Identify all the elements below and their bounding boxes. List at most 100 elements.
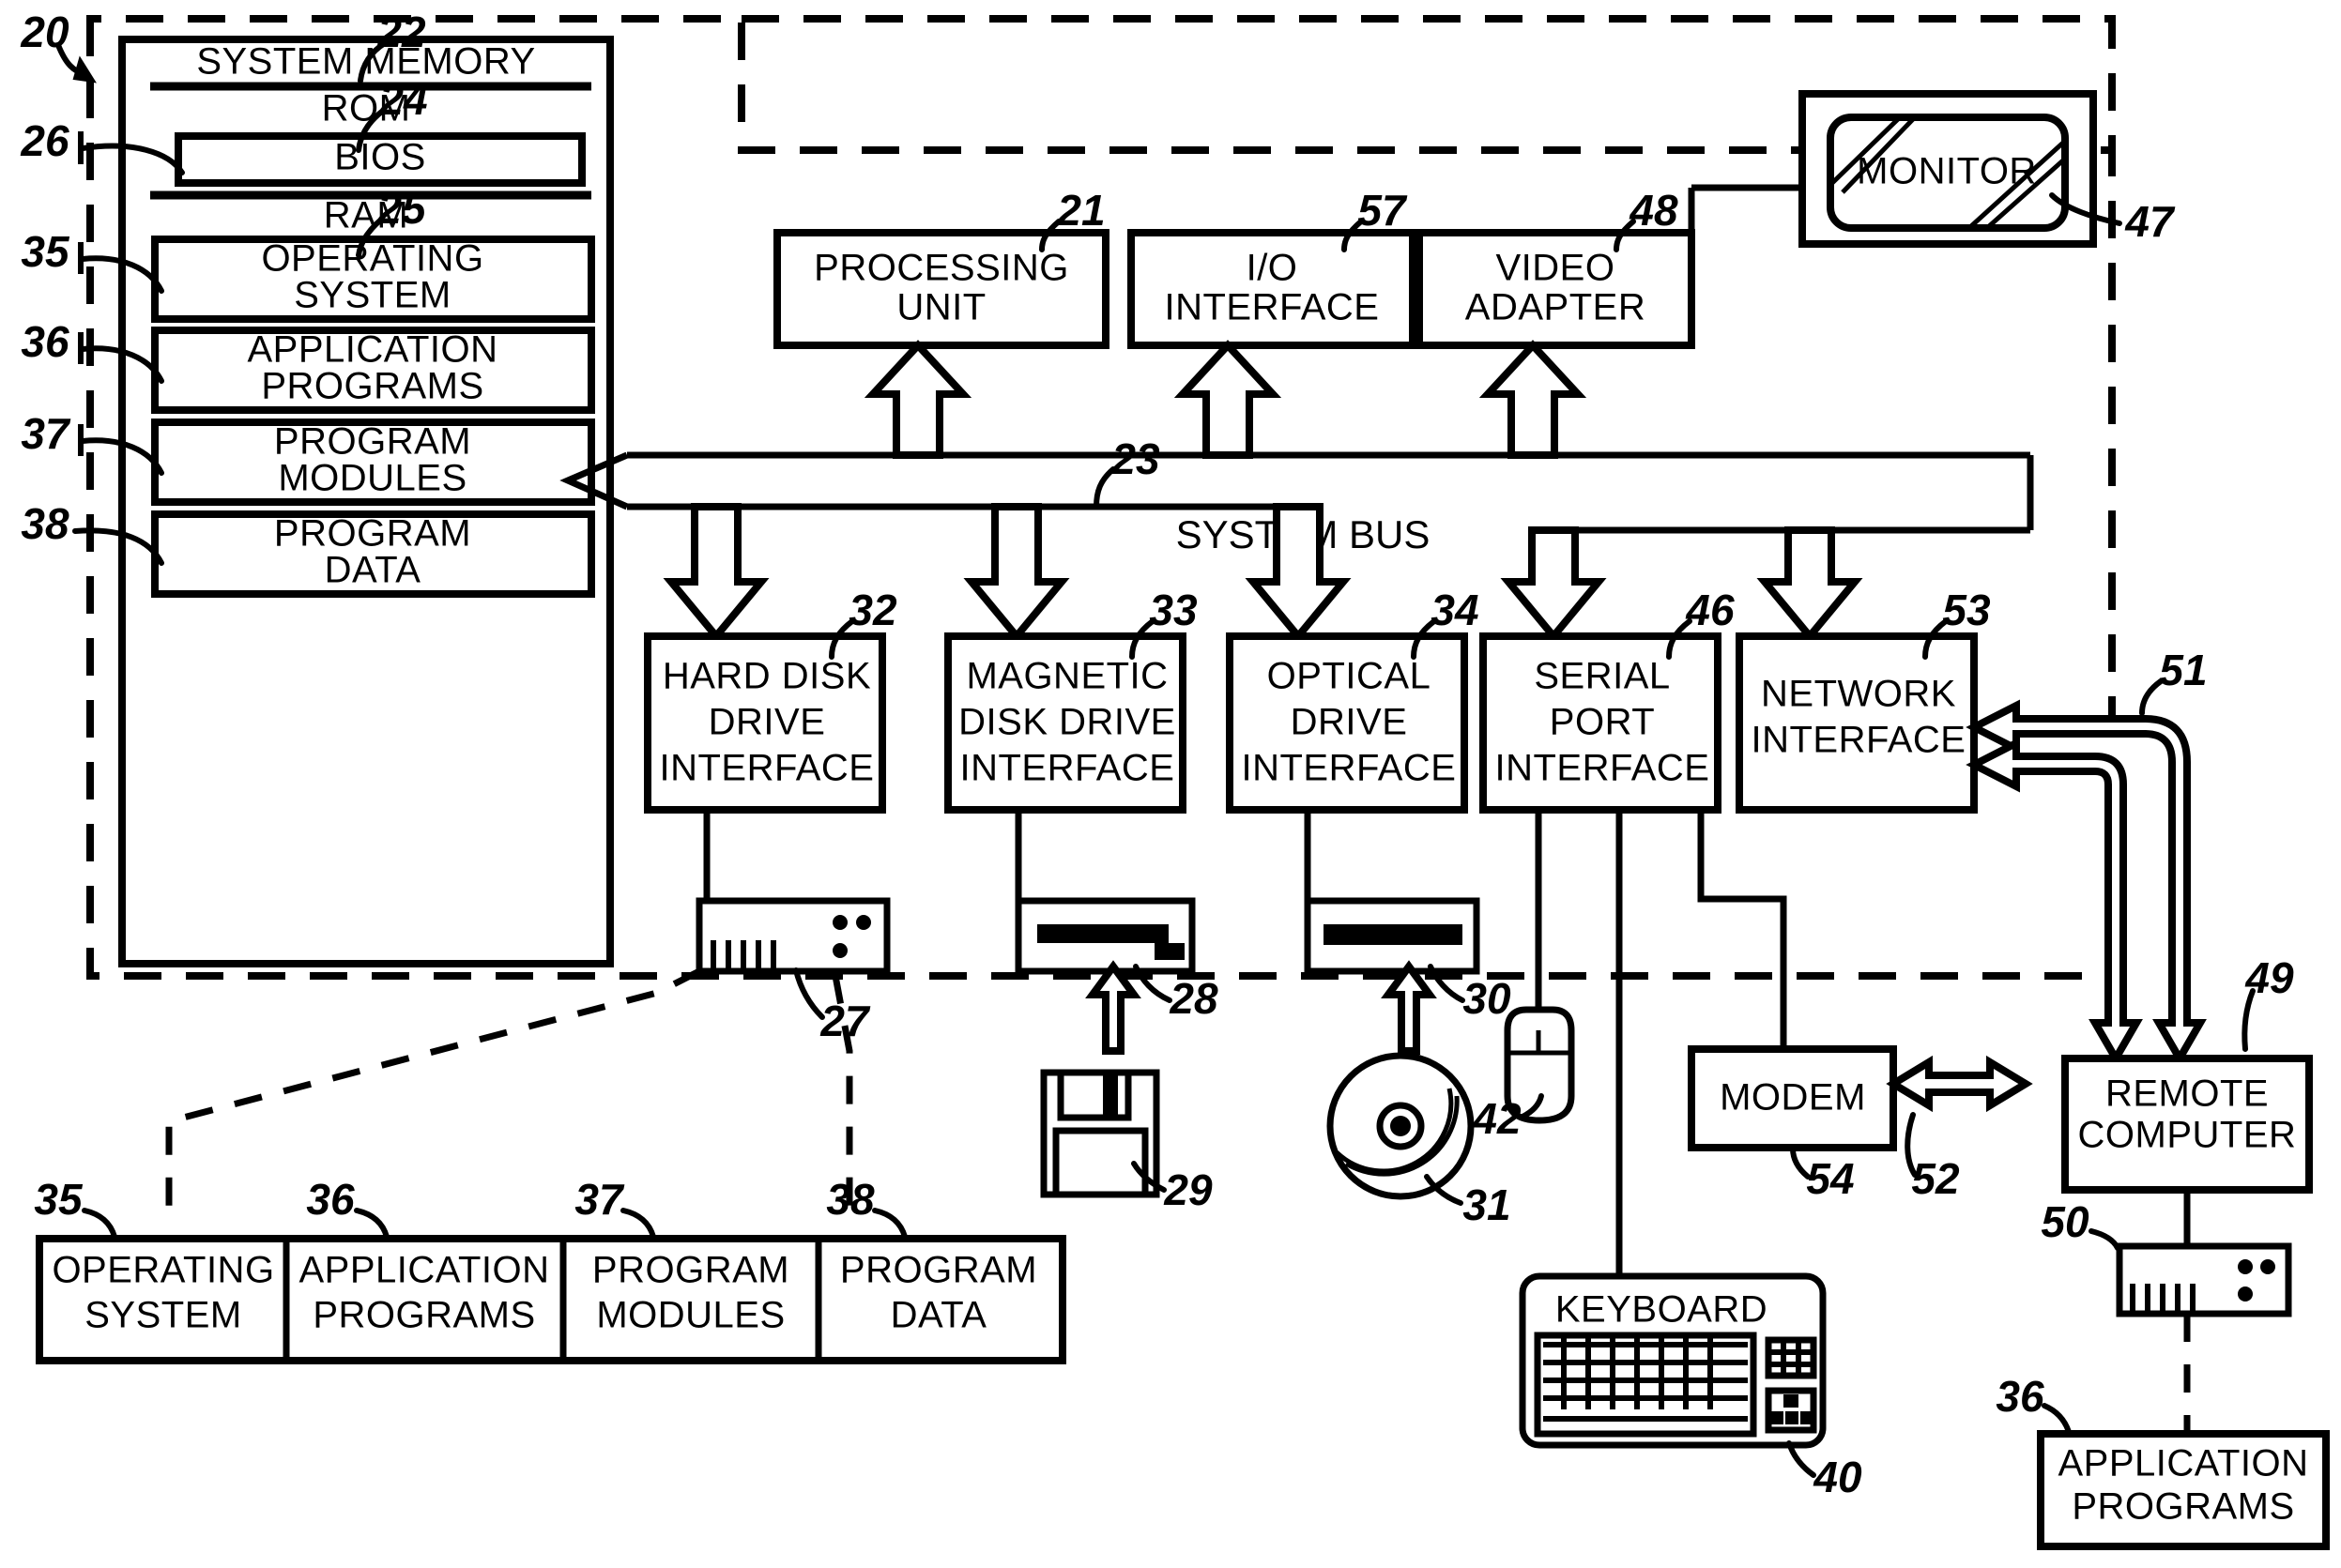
bus-arrow-to-network-interface (1756, 526, 1863, 643)
ram-item-program-data-line2: DATA (325, 550, 421, 591)
ref-leader-51 (2139, 678, 2164, 716)
bottom-application-programs-line1: APPLICATION (298, 1250, 549, 1291)
patent-figure-canvas: SYSTEM MEMORY ROM BIOS RAM OPERATING SYS… (0, 0, 2341, 1568)
modem-label: MODEM (1720, 1077, 1866, 1119)
ref-number-54: 54 (1806, 1154, 1854, 1203)
ref-leader-36-bottom (354, 1208, 390, 1240)
ref-leader-50 (2089, 1228, 2120, 1251)
ram-item-application-programs-line2: PROGRAMS (261, 366, 483, 407)
optical-disc-icon (1326, 1052, 1475, 1200)
ref-number-37-bottom: 37 (574, 1175, 625, 1224)
system-bus-upper-rail (627, 394, 900, 459)
video-adapter-line1: VIDEO (1496, 248, 1615, 289)
video-adapter-line2: ADAPTER (1465, 287, 1645, 328)
ref-number-53: 53 (1942, 586, 1991, 634)
processing-unit-line1: PROCESSING (814, 248, 1069, 289)
ref-number-28: 28 (1169, 974, 1218, 1023)
bottom-program-modules-line2: MODULES (596, 1295, 785, 1336)
ref-number-36-memory: 36 (21, 317, 69, 366)
ram-item-operating-system-line1: OPERATING (261, 238, 483, 280)
optical-drive-interface-line1: OPTICAL (1267, 656, 1431, 697)
serial-port-interface-line2: PORT (1550, 702, 1655, 743)
network-interface-line1: NETWORK (1761, 674, 1956, 715)
ref-number-51: 51 (2159, 646, 2207, 694)
modem-to-remote-double-arrow (1886, 1055, 2033, 1113)
keyboard-icon: KEYBOARD (1519, 1272, 1827, 1449)
optical-drive-tray-slot (1324, 924, 1462, 945)
ref-number-23: 23 (1110, 434, 1160, 483)
ref-number-25: 25 (376, 184, 427, 233)
ram-item-program-modules-line2: MODULES (278, 458, 467, 499)
ref-number-26: 26 (20, 116, 69, 165)
ref-number-24: 24 (378, 75, 427, 124)
ref-number-32: 32 (849, 586, 897, 634)
ref-number-46: 46 (1685, 586, 1735, 634)
bottom-program-data-line1: PROGRAM (840, 1250, 1037, 1291)
computing-environment-diagram: SYSTEM MEMORY ROM BIOS RAM OPERATING SYS… (20, 8, 2330, 1550)
ref-leader-35-bottom (82, 1208, 117, 1240)
hard-disk-drive-interface-line1: HARD DISK (663, 656, 871, 697)
ref-number-22: 22 (376, 8, 426, 56)
bottom-program-data-line2: DATA (891, 1295, 987, 1336)
ref-number-52: 52 (1911, 1154, 1960, 1203)
processing-unit-line2: UNIT (896, 287, 986, 328)
floppy-drive-slot (1037, 924, 1169, 943)
bus-arrow-to-processing-unit (864, 340, 972, 459)
monitor-label: MONITOR (1857, 151, 2037, 192)
ram-item-program-modules-line1: PROGRAM (274, 421, 471, 463)
bus-arrow-to-io-interface (1173, 340, 1282, 459)
ref-number-29: 29 (1163, 1165, 1213, 1214)
remote-application-programs-line1: APPLICATION (2058, 1443, 2308, 1484)
bottom-application-programs-line2: PROGRAMS (313, 1295, 535, 1336)
ref-number-30: 30 (1462, 974, 1511, 1023)
ref-number-50: 50 (2041, 1197, 2089, 1246)
ref-number-47: 47 (2124, 197, 2176, 246)
bus-arrow-to-serial-port-interface (1500, 526, 1607, 643)
keyboard-label: KEYBOARD (1555, 1289, 1767, 1331)
ref-arrow-20 (72, 55, 97, 84)
ref-number-21: 21 (1056, 186, 1105, 235)
optical-drive-interface-line2: DRIVE (1291, 702, 1408, 743)
ref-number-37-memory: 37 (21, 409, 71, 458)
hard-disk-drive-interface-line3: INTERFACE (660, 748, 875, 789)
remote-drive-led-2 (2260, 1259, 2275, 1274)
remote-application-programs-line2: PROGRAMS (2072, 1486, 2294, 1528)
ref-number-40: 40 (1813, 1453, 1862, 1501)
floppy-disk-icon (1040, 1069, 1160, 1198)
ref-leader-38-bottom (872, 1208, 908, 1240)
ref-number-42: 42 (1472, 1094, 1522, 1143)
magnetic-disk-drive-interface-line2: DISK DRIVE (958, 702, 1176, 743)
bottom-program-modules-line1: PROGRAM (592, 1250, 789, 1291)
ref-number-34: 34 (1431, 586, 1478, 634)
ref-number-36-remote: 36 (1996, 1372, 2044, 1421)
ref-number-57: 57 (1357, 186, 1408, 235)
ram-item-operating-system-line2: SYSTEM (294, 275, 451, 316)
hard-disk-led-3 (833, 943, 848, 958)
serial-port-branch-modem (1697, 810, 1787, 1049)
io-interface-line1: I/O (1247, 248, 1298, 289)
ref-number-38-memory: 38 (21, 499, 69, 548)
ram-item-program-data-line1: PROGRAM (274, 513, 471, 555)
lan-connection-return-arrow (1966, 737, 2143, 1066)
ref-number-48: 48 (1629, 186, 1678, 235)
ref-number-36-bottom: 36 (306, 1175, 355, 1224)
ref-number-31: 31 (1462, 1180, 1510, 1229)
bus-arrow-to-video-adapter (1478, 340, 1587, 459)
hard-disk-led-1 (833, 915, 848, 930)
hard-disk-led-2 (856, 915, 871, 930)
ref-leader-37-bottom (620, 1208, 656, 1240)
bus-arrow-to-magnetic-disk-interface (963, 503, 1070, 643)
bottom-operating-system-line1: OPERATING (52, 1250, 274, 1291)
bus-arrow-to-hard-disk-interface (663, 503, 770, 643)
ref-number-38-bottom: 38 (826, 1175, 875, 1224)
serial-port-interface-line3: INTERFACE (1495, 748, 1710, 789)
magnetic-disk-drive-interface-line3: INTERFACE (960, 748, 1175, 789)
hard-disk-drive-interface-line2: DRIVE (709, 702, 826, 743)
remote-drive-led-3 (2238, 1286, 2253, 1302)
ref-number-35-bottom: 35 (34, 1175, 84, 1224)
remote-drive-led-1 (2238, 1259, 2253, 1274)
ref-leader-36-remote (2042, 1403, 2072, 1435)
ref-leader-23 (1094, 466, 1116, 510)
magnetic-disk-drive-interface-line1: MAGNETIC (966, 656, 1168, 697)
floppy-drive-eject-button (1155, 943, 1185, 960)
